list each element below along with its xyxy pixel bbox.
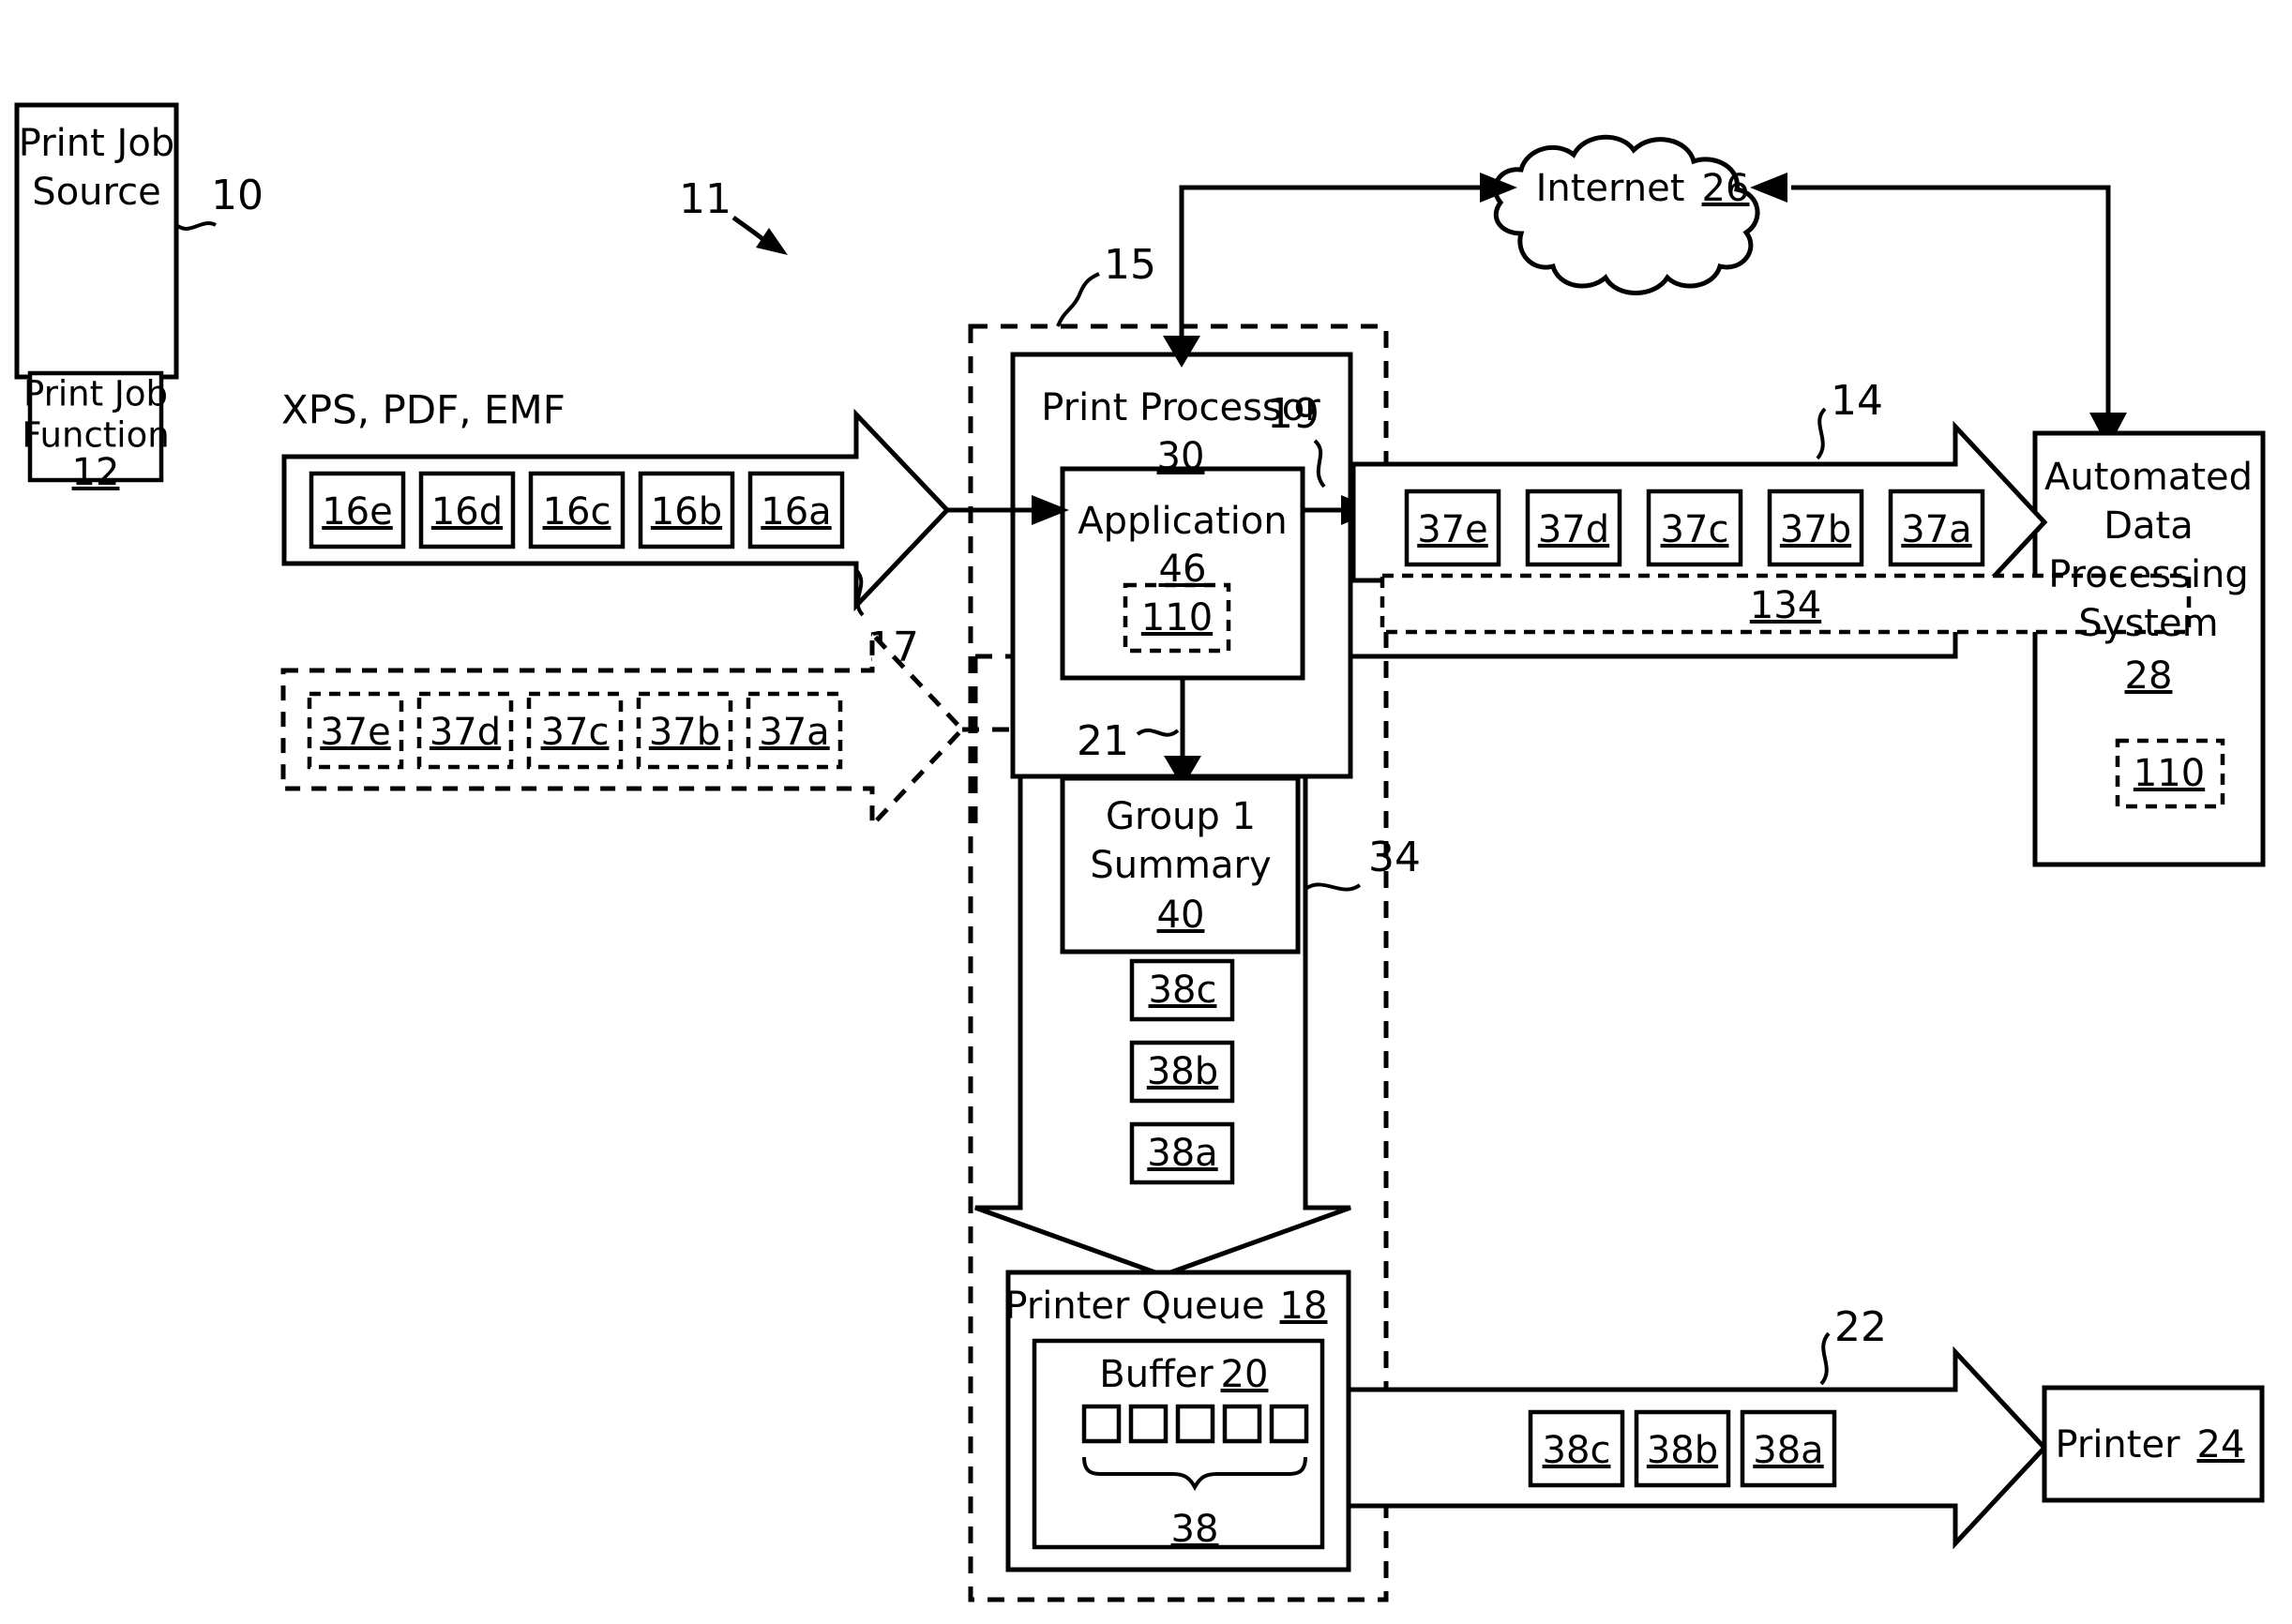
- summary-page-chip-label-2: 38a: [1147, 1132, 1217, 1175]
- input-job-chip-label-0: 16e: [322, 490, 393, 534]
- returned-job-chip-in-label-3: 37b: [649, 711, 720, 754]
- print-job-function-line1: Print Job: [23, 374, 168, 414]
- returned-job-chip-in-label-4: 37a: [759, 711, 829, 754]
- print-job-source-line2: Source: [32, 171, 160, 214]
- adps-line2: Data: [2104, 504, 2194, 548]
- buffer-ref: 20: [1221, 1353, 1269, 1396]
- text-layer: Print Job Source Print Job Function 12 X…: [19, 122, 2253, 1551]
- adps-line3: Processing: [2048, 553, 2249, 596]
- buffer-label: Buffer: [1099, 1353, 1214, 1396]
- printer-page-chip-label-2: 38a: [1753, 1429, 1823, 1472]
- printer-page-chip-1: 38b: [1634, 1409, 1731, 1488]
- internet-label: Internet: [1536, 167, 1685, 210]
- adps-line4: System: [2078, 602, 2218, 645]
- returned-job-chip-out-label-0: 37e: [1417, 508, 1488, 551]
- input-job-chip-label-4: 16a: [761, 490, 831, 534]
- group-summary-ref: 40: [1157, 894, 1205, 937]
- group-summary-line2: Summary: [1090, 844, 1271, 887]
- input-job-chip-3: 16b: [638, 471, 735, 549]
- input-job-chip-4: 16a: [747, 471, 845, 549]
- returned-job-chip-in-1: 37d: [416, 691, 514, 770]
- ref-134-label: 134: [1750, 584, 1821, 627]
- returned-job-chip-out-2: 37c: [1646, 489, 1743, 567]
- printer-label: Printer: [2055, 1423, 2180, 1466]
- printer-page-chip-0: 38c: [1528, 1409, 1625, 1488]
- printer-page-chip-label-1: 38b: [1647, 1429, 1718, 1472]
- returned-job-chip-in-label-1: 37d: [430, 711, 501, 754]
- returned-job-chip-in-label-2: 37c: [541, 711, 610, 754]
- input-job-chip-label-2: 16c: [543, 490, 611, 534]
- format-list-label: XPS, PDF, EMF: [281, 387, 565, 433]
- returned-job-chip-out-3: 37b: [1767, 489, 1864, 567]
- print-processor-label: Print Processor: [1041, 386, 1320, 429]
- returned-job-chip-out-label-1: 37d: [1538, 508, 1609, 551]
- returned-job-chip-out-4: 37a: [1888, 489, 1985, 567]
- application-inner-110-label: 110: [1141, 596, 1213, 639]
- returned-job-chip-out-label-4: 37a: [1901, 508, 1971, 551]
- returned-job-chip-out-0: 37e: [1404, 489, 1501, 567]
- print-job-function-ref: 12: [72, 451, 120, 494]
- returned-job-chip-in-3: 37b: [636, 691, 733, 770]
- printer-queue-ref: 18: [1280, 1285, 1328, 1328]
- application-label: Application: [1078, 500, 1288, 543]
- adps-ref: 28: [2125, 654, 2173, 698]
- patent-figure: 15 11 10 17 19 21 34 14 22 Print Job Sou…: [0, 0, 2292, 1624]
- returned-job-chip-out-label-3: 37b: [1780, 508, 1851, 551]
- returned-job-chip-in-0: 37e: [307, 691, 404, 770]
- internet-ref: 26: [1702, 167, 1750, 210]
- input-job-chip-label-3: 16b: [651, 490, 722, 534]
- print-job-source-line1: Print Job: [19, 122, 174, 165]
- input-job-chip-0: 16e: [309, 471, 406, 549]
- summary-page-chip-label-0: 38c: [1149, 969, 1217, 1012]
- buffer-brace-ref: 38: [1171, 1508, 1219, 1551]
- input-job-chip-1: 16d: [418, 471, 516, 549]
- returned-job-chip-out-label-2: 37c: [1661, 508, 1729, 551]
- print-processor-ref: 30: [1157, 435, 1205, 478]
- print-job-function-line2: Function: [22, 415, 169, 456]
- returned-job-chip-in-2: 37c: [526, 691, 624, 770]
- printer-queue-label: Printer Queue: [1004, 1285, 1264, 1328]
- returned-job-chip-in-label-0: 37e: [320, 711, 391, 754]
- printer-page-chip-2: 38a: [1740, 1409, 1837, 1488]
- returned-job-chip-in-4: 37a: [746, 691, 843, 770]
- printer-page-chip-label-0: 38c: [1543, 1429, 1611, 1472]
- printer-ref: 24: [2197, 1423, 2245, 1466]
- group-summary-line1: Group 1: [1106, 795, 1256, 838]
- application-ref: 46: [1159, 548, 1207, 591]
- adps-inner-110-label: 110: [2134, 752, 2205, 795]
- summary-page-chip-label-1: 38b: [1147, 1050, 1218, 1093]
- input-job-chip-2: 16c: [528, 471, 626, 549]
- adps-line1: Automated: [2044, 456, 2253, 499]
- input-job-chip-label-1: 16d: [431, 490, 503, 534]
- returned-job-chip-out-1: 37d: [1525, 489, 1622, 567]
